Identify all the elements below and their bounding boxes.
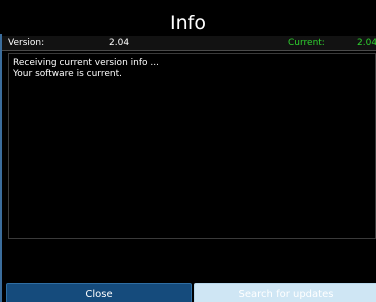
log-line: Receiving current version info ... bbox=[13, 58, 159, 68]
version-value: 2.04 bbox=[109, 38, 130, 48]
dialog-title: Info bbox=[170, 12, 206, 34]
search-for-updates-button[interactable]: Search for updates bbox=[194, 283, 376, 302]
log-line: Your software is current. bbox=[13, 69, 122, 79]
info-dialog: Info Version: 2.04 Current: 2.04 Receivi… bbox=[0, 0, 376, 302]
title-bar: Info bbox=[0, 0, 376, 34]
close-button[interactable]: Close bbox=[6, 283, 192, 302]
current-label: Current: bbox=[288, 38, 325, 48]
version-row: Version: 2.04 Current: 2.04 bbox=[2, 36, 376, 51]
log-panel[interactable]: Receiving current version info ... Your … bbox=[8, 53, 376, 239]
current-value: 2.04 bbox=[357, 38, 376, 48]
version-label: Version: bbox=[8, 38, 45, 48]
